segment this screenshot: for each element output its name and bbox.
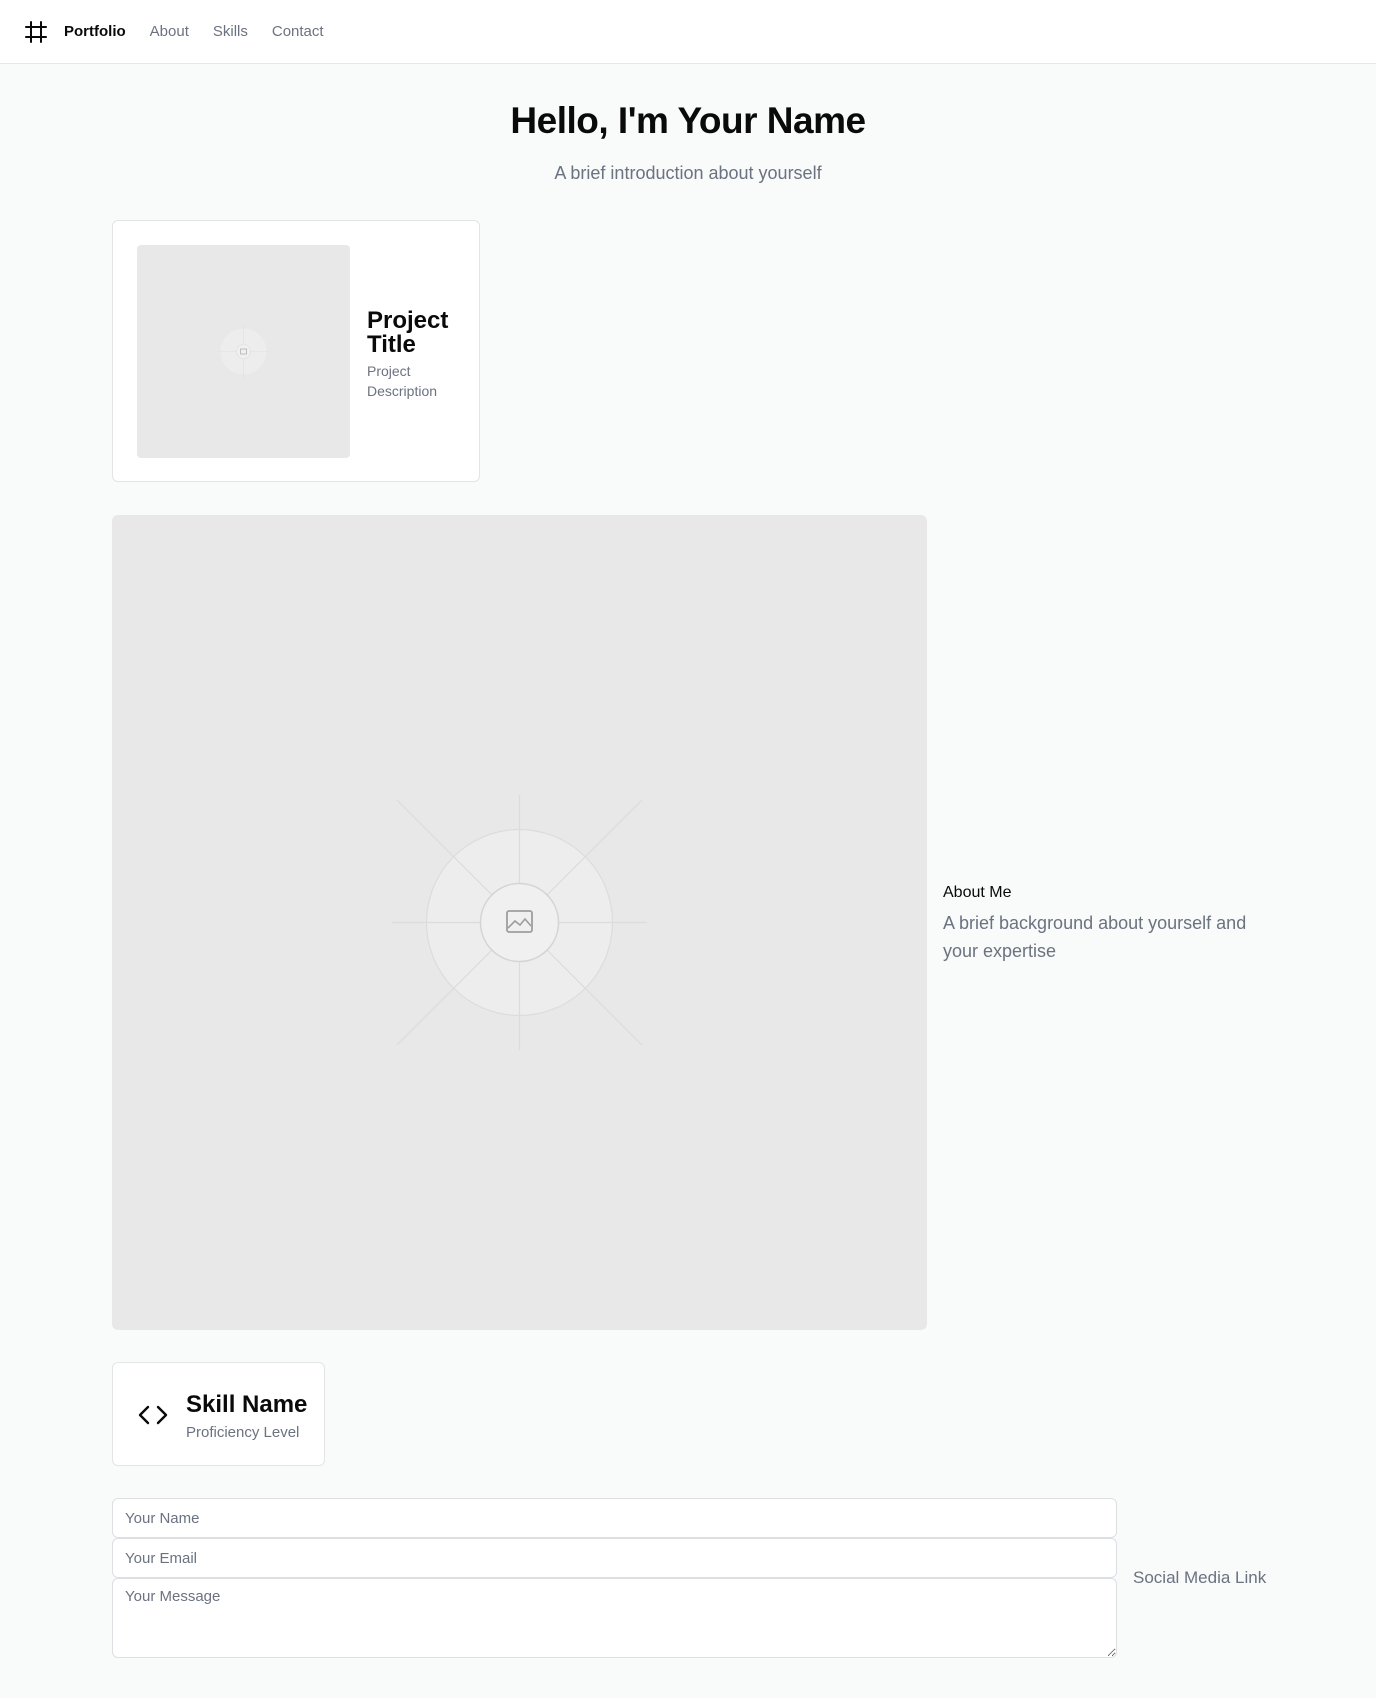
code-icon xyxy=(137,1401,169,1429)
frame-icon[interactable] xyxy=(24,20,48,44)
top-nav: Portfolio About Skills Contact xyxy=(0,0,1376,64)
image-placeholder-icon xyxy=(217,325,270,378)
brand-name[interactable]: Portfolio xyxy=(64,23,126,40)
about-image xyxy=(112,515,927,1330)
nav-link-contact[interactable]: Contact xyxy=(272,23,324,40)
name-field[interactable] xyxy=(112,1498,1117,1538)
nav-link-about[interactable]: About xyxy=(150,23,189,40)
image-placeholder-icon xyxy=(392,795,647,1050)
project-info: Project Title Project Description xyxy=(367,309,467,401)
hero-subtitle: A brief introduction about yourself xyxy=(554,163,822,183)
skill-card[interactable]: Skill Name Proficiency Level xyxy=(112,1362,325,1466)
skill-level: Proficiency Level xyxy=(186,1424,300,1441)
project-title: Project Title xyxy=(367,307,449,358)
message-field[interactable] xyxy=(112,1578,1117,1658)
project-description: Project Description xyxy=(367,363,438,399)
about-text: A brief background about yourself and yo… xyxy=(943,913,1247,961)
project-card[interactable]: Project Title Project Description xyxy=(112,220,480,482)
social-media-link[interactable]: Social Media Link xyxy=(1133,1568,1266,1588)
email-field[interactable] xyxy=(112,1538,1117,1578)
project-image xyxy=(137,245,350,458)
skill-name: Skill Name xyxy=(186,1391,308,1418)
about-heading: About Me xyxy=(943,884,1012,901)
nav-link-skills[interactable]: Skills xyxy=(213,23,248,40)
hero-title: Hello, I'm Your Name xyxy=(510,100,866,141)
